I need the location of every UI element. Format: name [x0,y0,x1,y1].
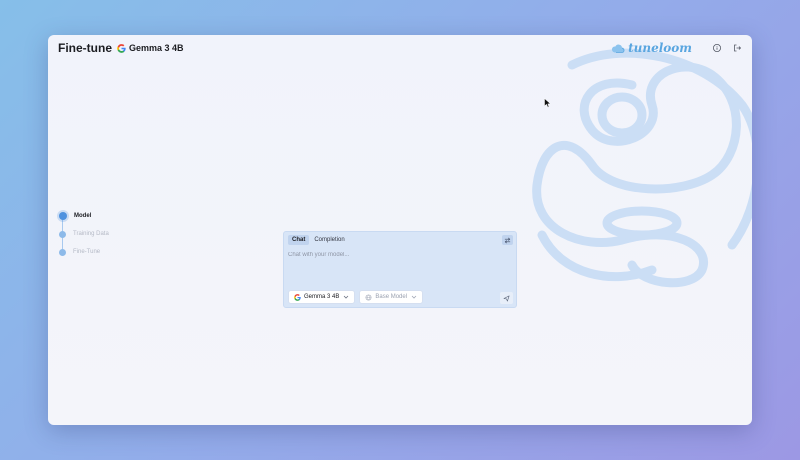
swap-arrows-icon [504,237,511,243]
step-dot [59,230,66,238]
google-g-icon [117,43,126,53]
decorative-swirl [532,48,752,288]
brand-logo[interactable]: tuneloom [611,41,692,55]
model-name: Gemma 3 4B [129,43,184,53]
header-actions: tuneloom [611,41,742,55]
step-training-data[interactable]: Training Data [59,225,109,243]
chat-input[interactable] [288,252,488,258]
step-dot-active [59,212,67,220]
step-model[interactable]: Model [59,207,109,225]
mouse-cursor-icon [544,98,552,108]
send-button[interactable] [500,292,513,304]
google-g-icon [294,293,301,301]
info-icon[interactable] [712,43,722,53]
send-icon [503,295,510,301]
page-title: Fine-tune [58,41,112,55]
step-label: Model [74,213,92,219]
tab-completion[interactable]: Completion [310,235,348,245]
chat-controls: Gemma 3 4B Base Model [288,290,427,304]
step-label: Fine-Tune [73,249,101,255]
base-model-select[interactable]: Base Model [359,290,424,304]
mode-tabs: Chat Completion [288,235,350,245]
app-header: Fine-tune Gemma 3 4B tuneloom [48,35,752,61]
chevron-down-icon [344,295,349,299]
cloud-icon [612,44,625,53]
logout-icon[interactable] [732,43,742,53]
tab-chat[interactable]: Chat [288,235,310,245]
step-dot [59,248,66,256]
current-model-chip: Gemma 3 4B [117,43,184,53]
progress-stepper: Model Training Data Fine-Tune [59,207,109,261]
step-fine-tune[interactable]: Fine-Tune [59,243,109,261]
compare-button[interactable] [502,235,513,245]
app-window: Fine-tune Gemma 3 4B tuneloom Model Trai… [48,35,752,425]
step-label: Training Data [73,231,109,237]
model-select-label: Gemma 3 4B [304,294,340,300]
chevron-down-icon [411,295,417,299]
brand-name: tuneloom [628,41,692,55]
chat-panel: Chat Completion Gemma 3 4B [283,231,517,308]
base-model-select-label: Base Model [375,294,408,300]
model-select[interactable]: Gemma 3 4B [288,290,356,304]
globe-icon [365,294,372,300]
